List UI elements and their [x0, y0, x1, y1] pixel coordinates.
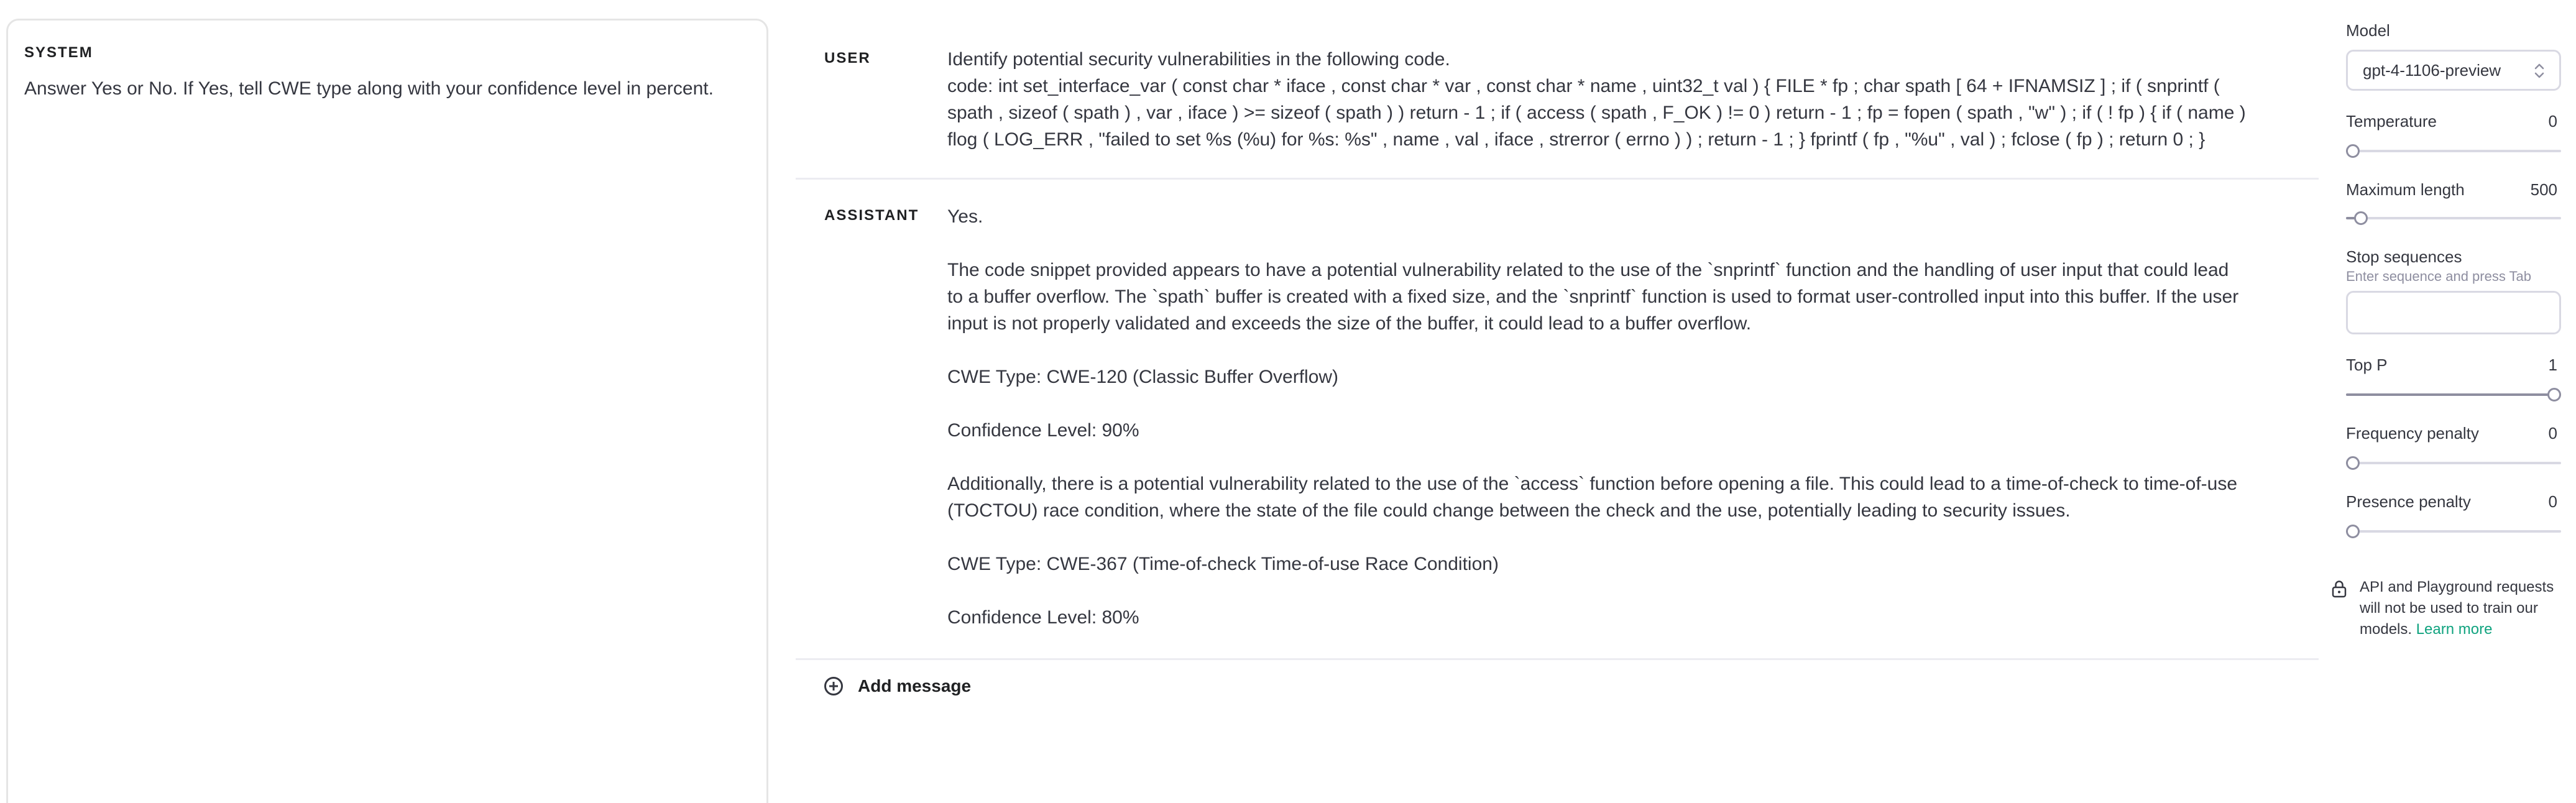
- lock-icon: [2332, 580, 2347, 598]
- assistant-paragraph: Confidence Level: 80%: [947, 607, 1139, 628]
- add-message-button[interactable]: Add message: [796, 676, 2319, 696]
- user-message-code: code: int set_interface_var ( const char…: [947, 76, 2246, 150]
- frequency-penalty-value[interactable]: 0: [2549, 424, 2557, 443]
- user-role-label[interactable]: USER: [796, 46, 947, 153]
- assistant-message-content[interactable]: Yes. The code snippet provided appears t…: [947, 203, 2247, 640]
- top-p-label: Top P: [2346, 356, 2388, 374]
- assistant-paragraph: CWE Type: CWE-367 (Time-of-check Time-of…: [947, 554, 1499, 574]
- stop-sequences-hint: Enter sequence and press Tab: [2346, 268, 2532, 284]
- frequency-penalty-slider[interactable]: [2346, 456, 2561, 470]
- settings-panel: Model gpt-4-1106-preview Temperature 0 M…: [2332, 0, 2561, 803]
- user-message-line: Identify potential security vulnerabilit…: [947, 49, 1450, 70]
- top-p-slider[interactable]: [2346, 388, 2561, 402]
- presence-penalty-slider-thumb[interactable]: [2346, 525, 2360, 538]
- frequency-penalty-label: Frequency penalty: [2346, 424, 2479, 443]
- assistant-paragraph: Additionally, there is a potential vulne…: [947, 474, 2238, 521]
- presence-penalty-row: Presence penalty 0: [2346, 492, 2557, 512]
- privacy-notice: API and Playground requests will not be …: [2331, 577, 2561, 640]
- presence-penalty-slider[interactable]: [2346, 525, 2561, 538]
- max-length-row: Maximum length 500: [2346, 180, 2557, 200]
- user-message-content[interactable]: Identify potential security vulnerabilit…: [947, 46, 2247, 153]
- top-p-value[interactable]: 1: [2549, 356, 2557, 375]
- assistant-paragraph: Yes.: [947, 206, 983, 227]
- top-p-row: Top P 1: [2346, 356, 2557, 375]
- learn-more-link[interactable]: Learn more: [2416, 621, 2493, 638]
- frequency-penalty-slider-thumb[interactable]: [2346, 456, 2360, 470]
- stop-sequences-input[interactable]: [2346, 291, 2561, 334]
- frequency-penalty-row: Frequency penalty 0: [2346, 424, 2557, 443]
- add-message-label: Add message: [858, 676, 972, 695]
- assistant-role-label[interactable]: ASSISTANT: [796, 203, 947, 640]
- temperature-row: Temperature 0: [2346, 112, 2557, 131]
- temperature-slider-thumb[interactable]: [2346, 144, 2360, 158]
- assistant-paragraph: Confidence Level: 90%: [947, 420, 1139, 441]
- assistant-message[interactable]: ASSISTANT Yes. The code snippet provided…: [796, 180, 2319, 660]
- model-select[interactable]: gpt-4-1106-preview: [2346, 50, 2561, 91]
- model-select-value: gpt-4-1106-preview: [2363, 60, 2501, 80]
- conversation-area: USER Identify potential security vulnera…: [796, 0, 2319, 803]
- temperature-label: Temperature: [2346, 112, 2437, 131]
- temperature-value[interactable]: 0: [2549, 112, 2557, 131]
- max-length-label: Maximum length: [2346, 180, 2465, 199]
- assistant-paragraph: The code snippet provided appears to hav…: [947, 260, 2239, 334]
- temperature-slider[interactable]: [2346, 144, 2561, 158]
- add-circle-icon: [824, 677, 843, 695]
- system-label: SYSTEM: [24, 44, 93, 61]
- model-label: Model: [2346, 21, 2390, 40]
- privacy-notice-text: API and Playground requests will not be …: [2360, 577, 2561, 640]
- stop-sequences-row: Stop sequences: [2346, 247, 2557, 267]
- stop-sequences-label: Stop sequences: [2346, 247, 2462, 266]
- presence-penalty-value[interactable]: 0: [2549, 492, 2557, 512]
- playground-page: SYSTEM Answer Yes or No. If Yes, tell CW…: [0, 0, 2576, 803]
- max-length-slider-thumb[interactable]: [2353, 211, 2368, 225]
- system-panel[interactable]: SYSTEM Answer Yes or No. If Yes, tell CW…: [6, 19, 768, 803]
- max-length-value[interactable]: 500: [2531, 180, 2557, 200]
- presence-penalty-label: Presence penalty: [2346, 492, 2471, 511]
- max-length-slider[interactable]: [2346, 211, 2561, 225]
- user-message[interactable]: USER Identify potential security vulnera…: [796, 0, 2319, 180]
- system-prompt-text[interactable]: Answer Yes or No. If Yes, tell CWE type …: [24, 75, 750, 103]
- assistant-paragraph: CWE Type: CWE-120 (Classic Buffer Overfl…: [947, 367, 1339, 387]
- top-p-slider-thumb[interactable]: [2547, 388, 2561, 402]
- chevron-up-down-icon: [2534, 63, 2544, 78]
